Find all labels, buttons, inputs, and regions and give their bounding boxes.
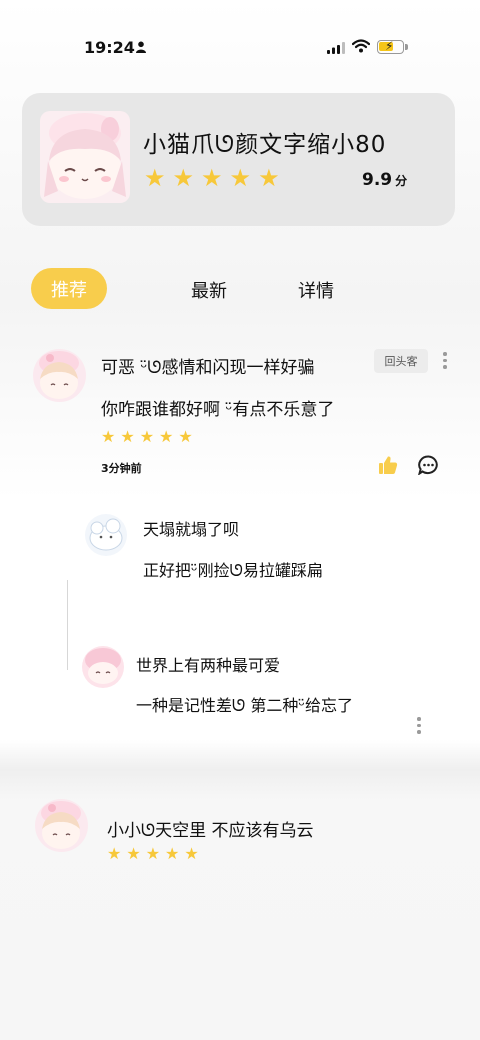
star-icon: ★	[145, 844, 161, 863]
star-icon: ★	[126, 844, 141, 863]
more-options-icon[interactable]	[416, 717, 422, 734]
reply-text-line1: 世界上有两种最可爱	[136, 656, 281, 675]
more-options-icon[interactable]	[442, 352, 448, 369]
sticker-pack-card[interactable]: 小猫爪ᘎ颜文字缩小80 ★ ★ ★ ★ ★ 9.9 分	[22, 93, 455, 226]
rating-stars: ★ ★ ★ ★ ★	[144, 166, 280, 190]
rating-score: 9.9 分	[362, 170, 407, 190]
comment-text-line1: 可恶 ᵕ̈ᘎ感情和闪现一样好骗	[101, 358, 315, 378]
reply-text-line2: 正好把ᵕ̈刚捡ᘎ易拉罐踩扁	[143, 561, 323, 580]
reply-avatar[interactable]	[85, 514, 127, 556]
returning-customer-badge: 回头客	[374, 349, 428, 373]
star-icon: ★	[120, 427, 135, 446]
battery-icon: ⚡	[377, 39, 408, 54]
comment-timestamp: 3分钟前	[101, 462, 142, 475]
star-icon: ★	[184, 844, 199, 863]
star-icon: ★	[165, 844, 180, 863]
star-icon: ★	[159, 427, 174, 446]
wifi-icon	[352, 39, 370, 53]
reply-avatar[interactable]	[82, 646, 124, 688]
comment-text-line1: 小小ᘎ天空里 不应该有乌云	[107, 821, 314, 841]
reply-text-line1: 天塌就塌了呗	[143, 520, 240, 539]
status-bar: 19:24 ⚡	[0, 30, 480, 64]
thumbs-up-icon[interactable]	[378, 455, 398, 475]
reply-text-line2: 一种是记性差ᘎ 第二种ᵕ̈给忘了	[136, 696, 353, 715]
star-icon: ★	[229, 164, 252, 192]
tab-latest[interactable]: 最新	[191, 277, 227, 303]
tab-recommended[interactable]: 推荐	[31, 268, 107, 309]
star-icon: ★	[172, 164, 195, 192]
rating-score-value: 9.9	[362, 170, 393, 190]
tab-details[interactable]: 详情	[298, 277, 334, 303]
star-icon: ★	[139, 427, 155, 446]
comment-rating-stars: ★ ★ ★ ★ ★	[107, 846, 199, 862]
sticker-thumbnail	[40, 111, 130, 203]
comment-text-line2: 你咋跟谁都好啊 ᵕ̈有点不乐意了	[101, 400, 335, 420]
avatar[interactable]	[33, 349, 86, 402]
rating-score-unit: 分	[395, 174, 408, 188]
person-icon	[136, 41, 146, 53]
star-icon: ★	[178, 427, 193, 446]
star-icon: ★	[107, 844, 122, 863]
star-icon: ★	[101, 427, 116, 446]
cellular-signal-icon	[327, 42, 345, 54]
star-icon: ★	[258, 164, 280, 192]
star-icon: ★	[201, 164, 223, 192]
star-icon: ★	[144, 164, 166, 192]
thread-divider	[67, 580, 68, 670]
avatar[interactable]	[35, 799, 88, 852]
comment-rating-stars: ★ ★ ★ ★ ★	[101, 429, 193, 445]
sticker-pack-title: 小猫爪ᘎ颜文字缩小80	[143, 132, 387, 158]
comment-bubble-icon[interactable]	[418, 455, 439, 475]
status-time: 19:24	[84, 38, 135, 57]
